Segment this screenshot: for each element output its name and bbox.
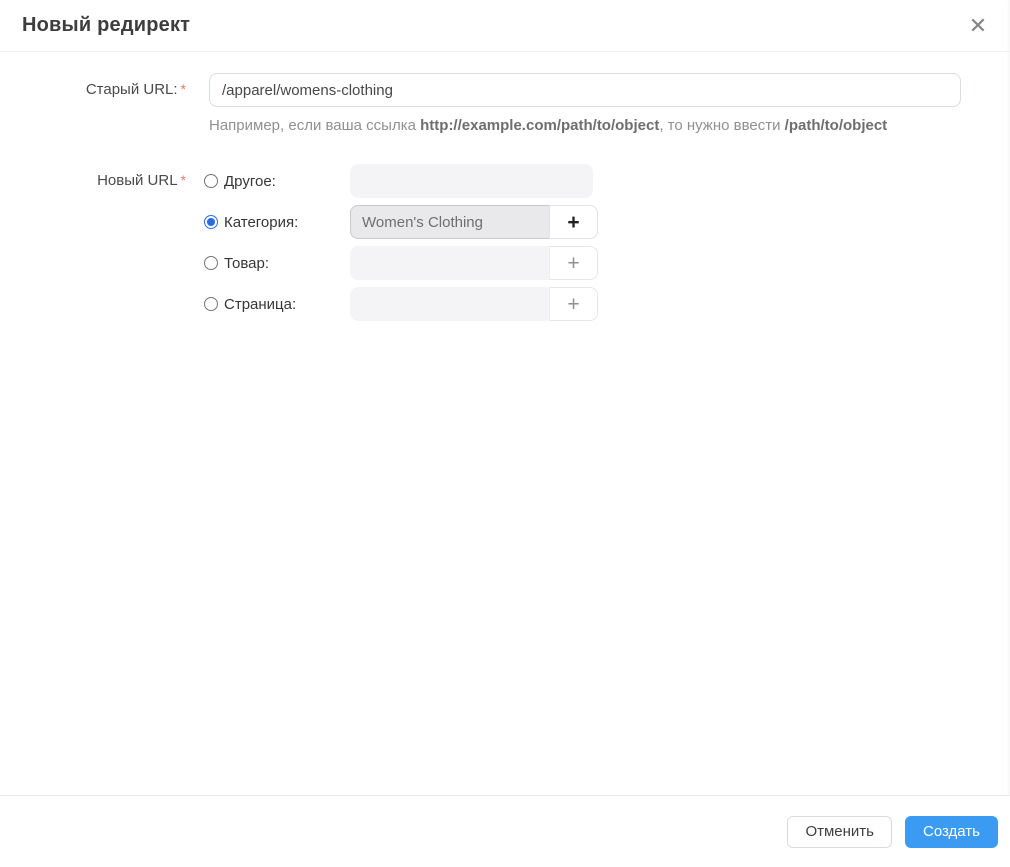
category-control: + <box>350 205 598 239</box>
option-row-category: Категория: + <box>204 205 1010 239</box>
new-url-required-mark: * <box>180 172 186 188</box>
cancel-button[interactable]: Отменить <box>787 815 892 848</box>
old-url-label: Старый URL: <box>85 81 178 98</box>
new-url-label-cell: Новый URL * <box>0 164 186 328</box>
radio-category[interactable] <box>204 215 218 229</box>
old-url-input[interactable] <box>209 73 961 107</box>
add-category-button[interactable]: + <box>549 205 598 239</box>
modal-title: Новый редирект <box>22 14 191 36</box>
option-row-product: Товар: + <box>204 246 1010 280</box>
radio-category-label[interactable]: Категория: <box>224 214 298 231</box>
add-page-button[interactable]: + <box>549 287 598 321</box>
old-url-content: Например, если ваша ссылка http://exampl… <box>209 73 1010 134</box>
hint-prefix: Например, если ваша ссылка <box>209 117 421 134</box>
other-url-input[interactable] <box>350 164 593 198</box>
new-url-row: Новый URL * Другое: Категория: Women's C… <box>0 164 1010 328</box>
modal-header: Новый редирект ✕ <box>0 0 1010 52</box>
old-url-row: Старый URL:* Например, если ваша ссылка … <box>0 73 1010 134</box>
hint-middle: , то нужно ввести <box>659 117 785 134</box>
hint-example-path: /path/to/object <box>784 117 888 134</box>
modal-footer: Отменить Создать <box>0 795 1010 867</box>
option-other-left: Другое: <box>204 173 350 190</box>
radio-page-label[interactable]: Страница: <box>224 296 296 313</box>
radio-other[interactable] <box>204 174 218 188</box>
category-input[interactable] <box>350 205 549 239</box>
modal-body: Старый URL:* Например, если ваша ссылка … <box>0 52 1010 328</box>
option-row-page: Страница: + <box>204 287 1010 321</box>
other-control <box>350 164 593 198</box>
radio-other-label[interactable]: Другое: <box>224 173 276 190</box>
close-button[interactable]: ✕ <box>962 10 994 42</box>
radio-product[interactable] <box>204 256 218 270</box>
page-input[interactable] <box>350 287 549 321</box>
add-product-button[interactable]: + <box>549 246 598 280</box>
new-url-options: Другое: Категория: + <box>204 164 1010 328</box>
option-product-left: Товар: <box>204 255 350 272</box>
hint-example-url: http://example.com/path/to/object <box>420 117 660 134</box>
option-page-left: Страница: <box>204 296 350 313</box>
plus-icon: + <box>567 251 580 275</box>
product-input[interactable] <box>350 246 549 280</box>
option-category-left: Категория: <box>204 214 350 231</box>
old-url-label-cell: Старый URL: * <box>0 73 186 134</box>
option-row-other: Другое: <box>204 164 1010 198</box>
plus-icon: + <box>567 210 580 234</box>
close-icon: ✕ <box>968 12 988 38</box>
radio-product-label[interactable]: Товар: <box>224 255 269 272</box>
new-redirect-modal: Новый редирект ✕ Старый URL:* Например, … <box>0 0 1010 867</box>
plus-icon: + <box>567 292 580 316</box>
page-control: + <box>350 287 598 321</box>
new-url-label: Новый URL <box>97 172 178 189</box>
old-url-required-mark: * <box>180 81 186 97</box>
product-control: + <box>350 246 598 280</box>
old-url-hint: Например, если ваша ссылка http://exampl… <box>209 117 1010 134</box>
radio-page[interactable] <box>204 297 218 311</box>
create-button[interactable]: Создать <box>904 815 998 848</box>
